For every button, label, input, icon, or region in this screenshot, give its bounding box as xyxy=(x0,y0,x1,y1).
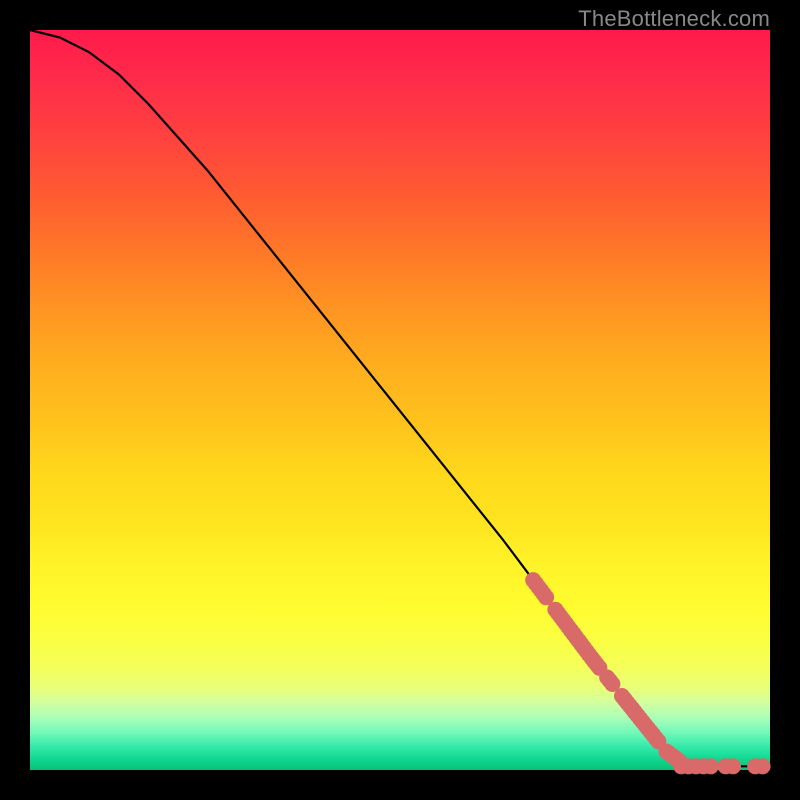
bottom-marker xyxy=(725,758,741,774)
chart-frame: TheBottleneck.com xyxy=(0,0,800,800)
bottleneck-curve xyxy=(30,30,770,766)
bottom-markers xyxy=(673,758,770,774)
bottom-marker xyxy=(755,758,771,774)
curve-markers xyxy=(525,572,687,769)
chart-overlay xyxy=(30,30,770,770)
watermark-label: TheBottleneck.com xyxy=(578,6,770,32)
plot-area xyxy=(30,30,770,770)
bottom-marker xyxy=(703,758,719,774)
